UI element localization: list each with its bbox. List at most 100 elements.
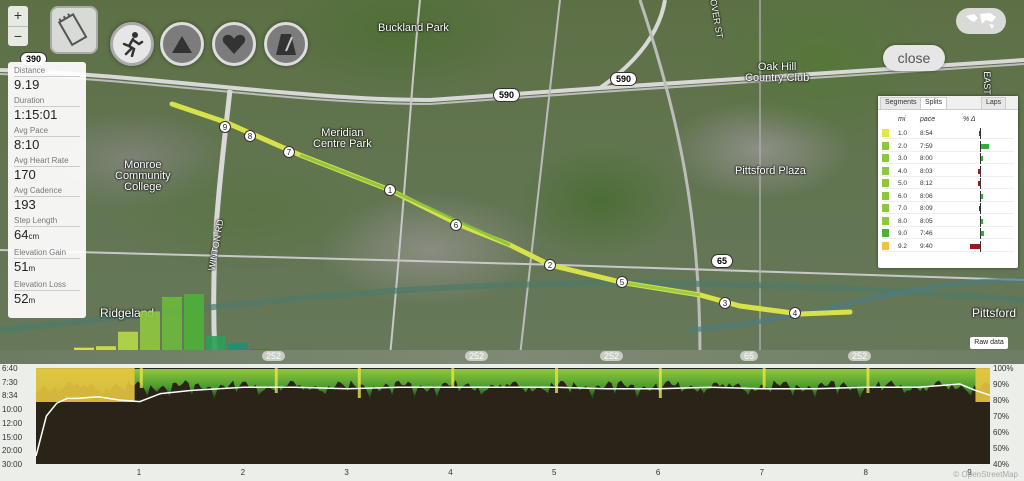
svg-text:9: 9 xyxy=(223,123,228,132)
zoom-in-button[interactable]: + xyxy=(8,6,28,26)
x-tick: 8 xyxy=(863,468,868,477)
histogram-bar xyxy=(162,296,182,352)
split-row[interactable]: 1.0 8:54 xyxy=(882,128,1014,139)
mile-marker: 7 xyxy=(283,146,295,158)
stat-distance: Distance 9.19 xyxy=(14,66,80,92)
splits-header-delta: % Δ xyxy=(963,116,976,123)
splits-header-pace: pace xyxy=(920,116,936,123)
histogram-bar xyxy=(184,294,204,352)
x-tick: 5 xyxy=(552,468,557,477)
split-pace: 8:00 xyxy=(920,155,933,162)
split-pace: 8:03 xyxy=(920,167,933,175)
tab-segments[interactable]: Segments xyxy=(880,97,922,109)
split-row[interactable]: 6.0 8:06 xyxy=(882,190,1014,202)
split-row[interactable]: 2.0 7:59 xyxy=(882,140,1014,152)
stat-value: 51m xyxy=(14,259,80,276)
split-mile: 4.0 xyxy=(898,167,908,175)
mile-marker: 4 xyxy=(789,307,801,319)
split-pace: 8:05 xyxy=(920,217,933,225)
y-left-tick: 10:00 xyxy=(2,405,23,415)
x-tick: 7 xyxy=(759,468,765,477)
y-right-tick: 50% xyxy=(993,444,1010,453)
stat-label: Avg Cadence xyxy=(14,186,80,197)
road-shield: 65 xyxy=(740,351,759,361)
split-row[interactable]: 9.2 9:40 xyxy=(882,240,1014,252)
split-swatch xyxy=(882,229,889,237)
svg-text:7: 7 xyxy=(287,148,292,157)
slow-zone xyxy=(36,368,135,402)
cadence-mode-button[interactable] xyxy=(264,22,308,66)
tab-splits[interactable]: Splits xyxy=(920,97,948,109)
split-row[interactable]: 7.0 8:09 xyxy=(882,203,1014,214)
world-map-button[interactable] xyxy=(956,8,1006,34)
split-pace: 7:59 xyxy=(920,142,933,150)
close-button[interactable]: close xyxy=(883,45,945,71)
road-shield: 252 xyxy=(848,351,872,361)
split-row[interactable]: 9.0 7:46 xyxy=(882,228,1014,239)
slow-spike xyxy=(274,368,278,393)
stat-value: 9.19 xyxy=(14,77,40,92)
split-row[interactable]: 5.0 8:12 xyxy=(882,178,1014,189)
split-swatch xyxy=(882,141,889,150)
y-left-tick: 8:34 xyxy=(2,391,18,401)
stat-value: 64cm xyxy=(14,227,80,244)
stat-number: 52 xyxy=(14,291,29,306)
split-swatch xyxy=(882,241,889,250)
x-tick: 3 xyxy=(344,468,349,477)
pace-mode-button[interactable] xyxy=(110,22,154,66)
split-delta-bar xyxy=(981,143,989,149)
histogram-bar xyxy=(140,311,160,352)
stat-avg-cadence: Avg Cadence 193 xyxy=(14,186,80,212)
pace-chart-svg xyxy=(35,368,991,464)
road-shield: 252 xyxy=(465,351,489,361)
split-delta-bar xyxy=(969,243,980,249)
split-row[interactable]: 8.0 8:05 xyxy=(882,215,1014,227)
split-swatch xyxy=(882,179,889,187)
mile-marker: 5 xyxy=(616,276,628,288)
split-mile: 5.0 xyxy=(898,180,908,187)
split-row[interactable]: 3.0 8:00 xyxy=(882,153,1014,164)
zoom-control: + − xyxy=(8,6,28,46)
elevation-mode-button[interactable] xyxy=(160,22,204,66)
svg-text:4: 4 xyxy=(793,309,798,318)
heart-rate-mode-button[interactable] xyxy=(212,22,256,66)
mile-marker: 6 xyxy=(450,219,462,231)
stat-unit: cm xyxy=(28,232,40,241)
y-right-tick: 70% xyxy=(993,412,1010,421)
pace-chart[interactable]: 6:40 7:30 8:34 10:00 12:00 15:00 20:00 30:00 100… xyxy=(0,364,1024,481)
stat-label: Elevation Gain xyxy=(14,248,80,259)
split-swatch xyxy=(882,216,889,225)
slow-spike xyxy=(658,368,662,398)
stat-label: Step Length xyxy=(14,216,80,227)
split-row[interactable]: 4.0 8:03 xyxy=(882,165,1014,177)
split-axis xyxy=(980,178,981,189)
svg-text:1: 1 xyxy=(388,186,393,195)
slow-spike xyxy=(357,368,361,398)
svg-text:8: 8 xyxy=(248,132,253,141)
split-delta-bar xyxy=(978,206,980,211)
mile-marker: 2 xyxy=(544,259,556,271)
stat-label: Avg Pace xyxy=(14,126,80,137)
split-delta-bar xyxy=(978,131,980,136)
split-mile: 9.0 xyxy=(898,230,908,237)
x-tick: 6 xyxy=(655,468,661,477)
stat-value: 170 xyxy=(14,167,36,182)
split-delta-bar xyxy=(981,193,983,199)
x-tick: 2 xyxy=(240,468,246,477)
split-pace: 8:09 xyxy=(920,205,933,212)
split-axis xyxy=(980,240,981,252)
splits-panel: Segments Splits Laps mi pace % Δ 1.0 8:54… xyxy=(878,96,1018,268)
stat-label: Distance xyxy=(14,66,80,77)
notebook-icon xyxy=(57,13,88,47)
split-mile: 7.0 xyxy=(898,205,908,212)
tab-laps[interactable]: Laps xyxy=(981,97,1007,109)
raw-data-button[interactable]: Raw data xyxy=(970,337,1008,349)
slow-spike xyxy=(555,368,559,393)
split-axis xyxy=(980,128,981,139)
zoom-out-button[interactable]: − xyxy=(8,26,28,46)
stat-label: Avg Heart Rate xyxy=(14,156,80,167)
y-left-tick: 30:00 xyxy=(2,460,23,469)
stat-number: 51 xyxy=(14,259,29,274)
run-icon xyxy=(122,32,144,57)
notebook-button[interactable] xyxy=(50,6,98,54)
